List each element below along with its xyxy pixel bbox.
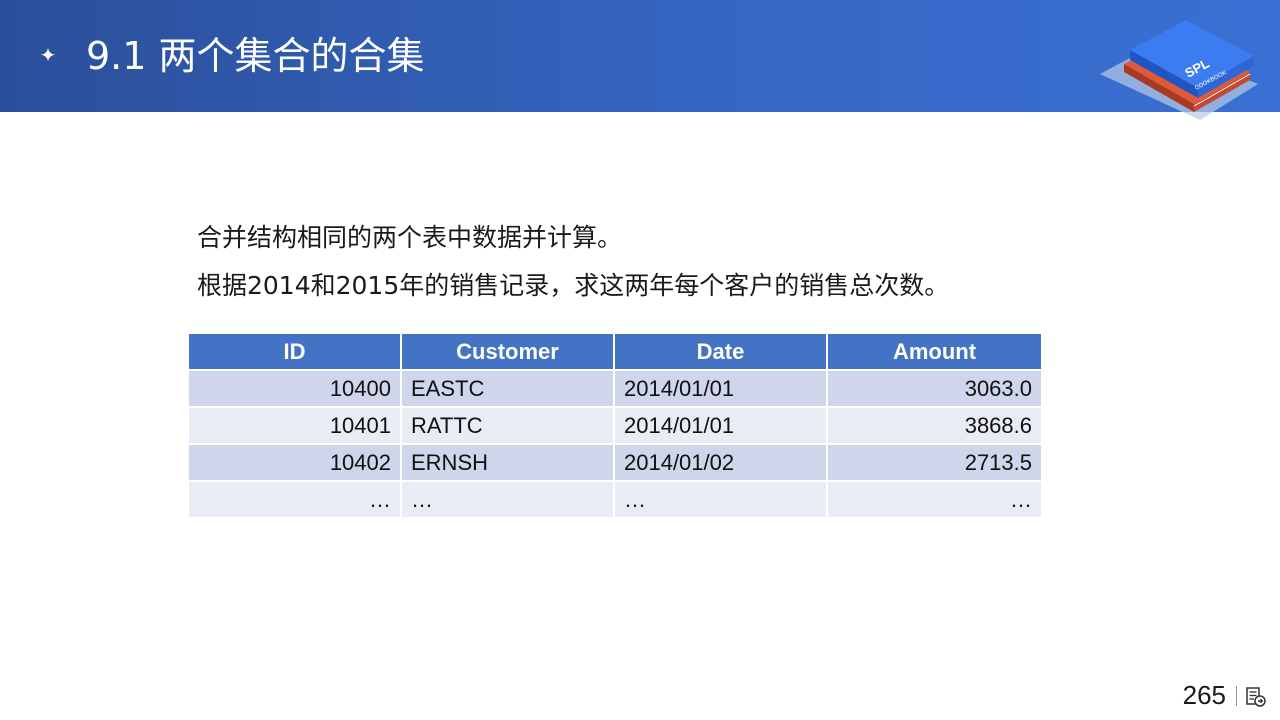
page-number: 265 <box>1182 680 1226 710</box>
slide-title: 9.1 两个集合的合集 <box>86 34 425 78</box>
column-header-date: Date <box>613 332 828 371</box>
sales-table: ID Customer Date Amount 10400 EASTC 2014… <box>187 332 1043 519</box>
cell-date: 2014/01/02 <box>613 443 828 482</box>
cell-id: 10402 <box>187 443 402 482</box>
column-header-amount: Amount <box>826 332 1043 371</box>
title-bar: ✦ 9.1 两个集合的合集 SPL COOKBOOK <box>0 0 1280 120</box>
table-row: … … … … <box>187 480 1043 519</box>
cell-customer: ERNSH <box>400 443 615 482</box>
footer-divider <box>1236 686 1237 706</box>
cell-customer: EASTC <box>400 369 615 408</box>
four-point-star-icon: ✦ <box>39 43 57 67</box>
description-line-2: 根据2014和2015年的销售记录，求这两年每个客户的销售总次数。 <box>197 271 950 300</box>
cell-date: 2014/01/01 <box>613 369 828 408</box>
spl-cookbook-logo: SPL COOKBOOK <box>1100 20 1258 120</box>
cell-amount: 3868.6 <box>826 406 1043 445</box>
description-line-1: 合并结构相同的两个表中数据并计算。 <box>197 223 623 252</box>
cell-customer: … <box>400 480 615 519</box>
cell-date: 2014/01/01 <box>613 406 828 445</box>
table-row: 10402 ERNSH 2014/01/02 2713.5 <box>187 443 1043 482</box>
column-header-customer: Customer <box>400 332 615 371</box>
slide-navigation-icon[interactable] <box>1245 686 1267 708</box>
table-row: 10401 RATTC 2014/01/01 3868.6 <box>187 406 1043 445</box>
cell-id: … <box>187 480 402 519</box>
column-header-id: ID <box>187 332 402 371</box>
cell-id: 10401 <box>187 406 402 445</box>
cell-id: 10400 <box>187 369 402 408</box>
cell-customer: RATTC <box>400 406 615 445</box>
table-row: 10400 EASTC 2014/01/01 3063.0 <box>187 369 1043 408</box>
cell-date: … <box>613 480 828 519</box>
table-header-row: ID Customer Date Amount <box>187 332 1043 371</box>
cell-amount: 3063.0 <box>826 369 1043 408</box>
cell-amount: … <box>826 480 1043 519</box>
cell-amount: 2713.5 <box>826 443 1043 482</box>
